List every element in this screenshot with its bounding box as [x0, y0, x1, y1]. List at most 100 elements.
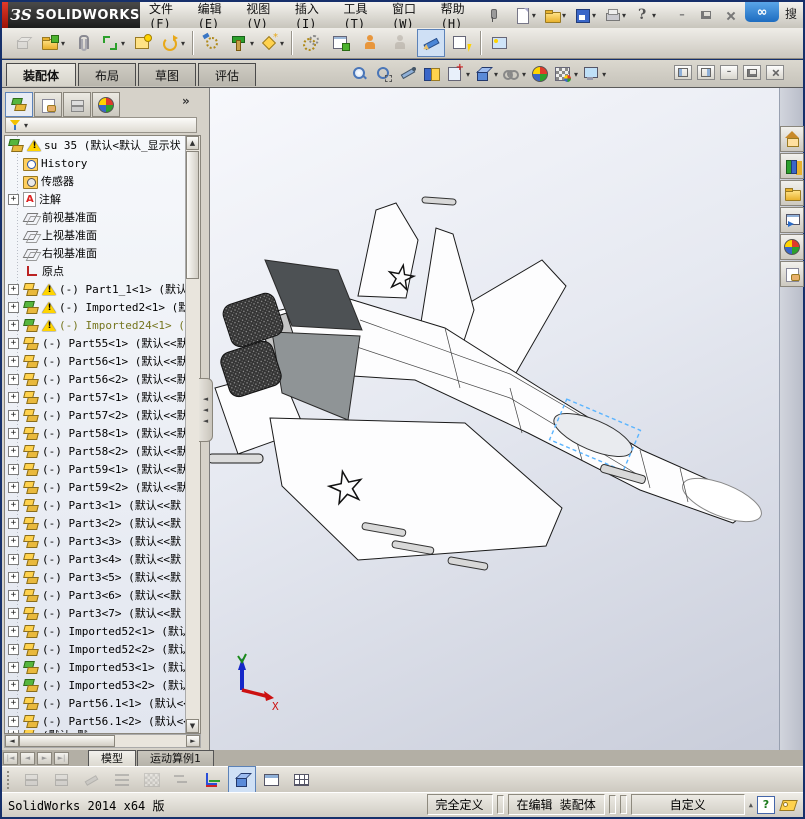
expand-toggle[interactable]: + [8, 730, 19, 733]
tree-item[interactable]: 右视基准面 [5, 244, 186, 262]
expand-toggle[interactable]: + [8, 193, 19, 205]
tree-horizontal-scrollbar[interactable]: ◄ ► [4, 734, 201, 748]
file-explorer-button[interactable] [780, 180, 804, 206]
filter-single-view-button[interactable] [258, 766, 286, 794]
tree-item[interactable]: + (-) Part3<2> (默认<<默 [5, 514, 186, 532]
panel-tab-featuremanager-design-tree[interactable] [5, 92, 33, 117]
filter-solid-bodies-button[interactable] [228, 765, 256, 794]
panel-tab-configurationmanager[interactable] [63, 92, 91, 117]
dropdown-icon[interactable]: ▾ [250, 39, 254, 48]
tab-评估[interactable]: 评估 [198, 63, 257, 86]
appearances-scenes-button[interactable] [780, 234, 804, 260]
tree-item[interactable]: + (-) Part3<5> (默认<<默 [5, 568, 186, 586]
expand-toggle[interactable]: + [8, 445, 19, 457]
tree-item[interactable]: + (-) Part55<1> (默认<<默 [5, 334, 186, 352]
expand-toggle[interactable]: + [8, 301, 19, 313]
scroll-up-button[interactable]: ▲ [186, 136, 199, 150]
panel-overflow-button[interactable]: » [182, 94, 190, 108]
reference-geometry-button[interactable]: ▾ [258, 29, 286, 57]
expand-toggle[interactable]: + [8, 283, 19, 295]
tree-item[interactable]: + (-) Part59<2> (默认<<默 [5, 478, 186, 496]
tree-item[interactable]: + (-) Part59<1> (默认<<默 [5, 460, 186, 478]
move-component-button[interactable]: ▾ [159, 29, 187, 57]
dropdown-icon[interactable]: ▾ [574, 70, 578, 79]
tag-icon[interactable] [779, 798, 797, 812]
tree-item[interactable]: History [5, 154, 186, 172]
expand-toggle[interactable]: + [8, 535, 19, 547]
customize-button[interactable]: 自定义 [630, 794, 745, 815]
tree-item[interactable]: + (-) Part56.1<2> (默认<< [5, 712, 186, 730]
take-snapshot-button[interactable] [486, 29, 514, 57]
tree-filter-bar[interactable]: ▾ [5, 117, 197, 133]
quick-tips-button[interactable]: ? [757, 795, 775, 814]
print-document-button[interactable]: ▾ [601, 3, 629, 27]
expand-toggle[interactable]: + [8, 715, 19, 727]
tree-item[interactable]: + (-) Part3<3> (默认<<默 [5, 532, 186, 550]
display-style-button[interactable]: ▾ [472, 63, 500, 85]
tree-item[interactable]: + (-) Imported53<2> (默认 [5, 676, 186, 694]
tree-item[interactable]: + (-) Part57<2> (默认<<默 [5, 406, 186, 424]
dropdown-icon[interactable]: ▾ [622, 11, 626, 20]
expand-toggle[interactable]: + [8, 679, 19, 691]
instant3d-button[interactable] [447, 29, 475, 57]
expand-toggle[interactable]: + [8, 625, 19, 637]
panel-tab-propertymanager[interactable] [34, 92, 62, 117]
graphics-viewport[interactable]: X [207, 88, 779, 750]
dropdown-icon[interactable]: ▾ [181, 39, 185, 48]
expand-toggle[interactable]: + [8, 337, 19, 349]
tree-item[interactable]: 前视基准面 [5, 208, 186, 226]
dropdown-icon[interactable]: ▾ [652, 11, 656, 20]
minimize-app-button[interactable]: – [673, 9, 691, 22]
scroll-thumb[interactable] [19, 735, 115, 747]
tree-item[interactable]: + (-) Part56.1<1> (默认<< [5, 694, 186, 712]
new-document-button[interactable]: ▾ [511, 3, 539, 27]
dropdown-icon[interactable]: ▾ [522, 70, 526, 79]
tree-item[interactable]: + (-) Part3<6> (默认<<默 [5, 586, 186, 604]
tree-item[interactable]: + (-) Part1_1<1> (默认 [5, 280, 186, 298]
panel-tab-displaymanager[interactable] [92, 92, 120, 117]
expand-toggle[interactable]: + [8, 553, 19, 565]
edit-appearance-button[interactable] [528, 63, 552, 85]
filter-dropdown-icon[interactable]: ▾ [24, 121, 28, 130]
minimize-doc-button[interactable]: – [720, 65, 738, 80]
hide-show-items-button[interactable]: ▾ [500, 63, 528, 85]
scroll-left-button[interactable]: ◄ [5, 735, 19, 747]
help-button[interactable]: ▾ [631, 3, 659, 27]
tree-item[interactable]: + (-) Part56<1> (默认<<默 [5, 352, 186, 370]
tree-item[interactable]: + (-) Imported53<1> (默认 [5, 658, 186, 676]
filter-coordinate-system-button[interactable] [198, 766, 226, 794]
expand-toggle[interactable]: + [8, 661, 19, 673]
dropdown-icon[interactable]: ▾ [61, 39, 65, 48]
dropdown-icon[interactable]: ▾ [121, 39, 125, 48]
tree-item[interactable]: + 注解 [5, 190, 186, 208]
linear-component-pattern-button[interactable]: ▾ [99, 29, 127, 57]
tree-item[interactable]: + (-) Part56<2> (默认<<默 [5, 370, 186, 388]
previous-tab-button[interactable]: ◄ [20, 752, 35, 765]
scroll-thumb[interactable] [186, 151, 199, 279]
tree-item[interactable]: + (-) Imported2<1> (默 [5, 298, 186, 316]
expand-toggle[interactable]: + [8, 643, 19, 655]
exploded-view-button[interactable] [357, 29, 385, 57]
dropdown-icon[interactable]: ▾ [494, 70, 498, 79]
isolate-button[interactable] [417, 29, 445, 57]
insert-component-button[interactable]: ▾ [39, 29, 67, 57]
expand-arrow-icon[interactable]: ▲ [749, 801, 753, 809]
close-doc-button[interactable] [766, 65, 784, 80]
assembly-features-button[interactable]: ▾ [228, 29, 256, 57]
tree-item[interactable]: + (-) Imported52<2> (默认 [5, 640, 186, 658]
dropdown-icon[interactable]: ▾ [466, 70, 470, 79]
design-library-button[interactable] [780, 153, 804, 179]
expand-toggle[interactable]: + [8, 499, 19, 511]
tree-item[interactable]: 传感器 [5, 172, 186, 190]
expand-toggle[interactable]: + [8, 697, 19, 709]
pin-icon[interactable] [486, 8, 497, 22]
expand-toggle[interactable]: + [8, 391, 19, 403]
next-tab-button[interactable]: ► [37, 752, 52, 765]
tree-item[interactable]: + (-) Part57<1> (默认<<默 [5, 388, 186, 406]
smart-fasteners-button[interactable] [129, 29, 157, 57]
doc-tab-模型[interactable]: 模型 [88, 750, 136, 766]
toolbar-grip[interactable] [6, 769, 11, 790]
tab-草图[interactable]: 草图 [138, 63, 197, 86]
pane-left-button[interactable] [674, 65, 692, 80]
filter-multi-view-button[interactable] [288, 766, 316, 794]
